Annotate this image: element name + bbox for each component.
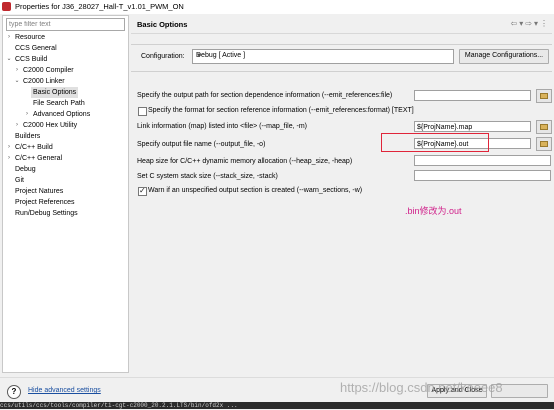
- tree-item-label: File Search Path: [33, 100, 85, 107]
- tree-item-builders[interactable]: Builders: [3, 131, 128, 142]
- stack-size-label: Set C system stack size (--stack_size, -…: [137, 173, 278, 180]
- configuration-row: Configuration: Debug [ Active ] ▼ Manage…: [131, 44, 552, 72]
- chevron-right-icon[interactable]: ›: [5, 32, 13, 43]
- output-file-label: Specify output file name (--output_file,…: [137, 141, 266, 148]
- app-icon: [2, 2, 11, 11]
- tree-item-run-debug-settings[interactable]: Run/Debug Settings: [3, 208, 128, 219]
- map-file-label: Link information (map) listed into <file…: [137, 123, 308, 130]
- map-file-field[interactable]: ${ProjName}.map: [414, 121, 531, 132]
- tree-item-label: Project Natures: [15, 188, 64, 195]
- chevron-right-icon[interactable]: ›: [23, 109, 31, 120]
- tree-item-label: Run/Debug Settings: [15, 210, 78, 217]
- tree-item-c2000-linker[interactable]: ⌄ C2000 Linker: [3, 76, 128, 87]
- warn-sections-checkbox[interactable]: [138, 186, 147, 196]
- tree-item-ccs-build[interactable]: ⌄ CCS Build: [3, 54, 128, 65]
- window-titlebar: Properties for J36_28027_Hall-T_v1.01_PW…: [0, 0, 554, 14]
- tree-item-label: C/C++ General: [15, 155, 63, 162]
- dep-format-label: Specify the format for section reference…: [148, 107, 414, 114]
- configuration-select[interactable]: Debug [ Active ] ▼: [192, 49, 454, 64]
- tree-item-basic-options[interactable]: Basic Options: [3, 87, 128, 98]
- heap-size-label: Heap size for C/C++ dynamic memory alloc…: [137, 158, 353, 165]
- tree-item-label: Project References: [15, 199, 75, 206]
- tree-item-advanced-options[interactable]: › Advanced Options: [3, 109, 128, 120]
- dep-output-label: Specify the output path for section depe…: [137, 92, 393, 99]
- configuration-label: Configuration:: [141, 53, 185, 60]
- chevron-down-icon[interactable]: ⌄: [5, 54, 13, 65]
- heap-size-field[interactable]: [414, 155, 551, 166]
- output-file-browse-button[interactable]: [536, 137, 552, 151]
- dep-output-browse-button[interactable]: [536, 89, 552, 103]
- tree-item-file-search-path[interactable]: File Search Path: [3, 98, 128, 109]
- tree-item-c2000-compiler[interactable]: › C2000 Compiler: [3, 65, 128, 76]
- folder-icon: [540, 124, 548, 130]
- forward-menu-icon[interactable]: ▾: [534, 19, 538, 28]
- tree-item-label: Advanced Options: [33, 111, 91, 118]
- tree-item-label: CCS General: [15, 45, 57, 52]
- map-file-browse-button[interactable]: [536, 120, 552, 134]
- filter-field[interactable]: [6, 18, 125, 31]
- page-header: Basic Options ⇦ ▾ ⇨ ▾ ⋮: [131, 15, 552, 34]
- warn-sections-label: Warn if an unspecified output section is…: [148, 187, 363, 194]
- tree-item-label: CCS Build: [15, 56, 48, 63]
- tree-item-project-natures[interactable]: Project Natures: [3, 186, 128, 197]
- tree-item-cpp-general[interactable]: › C/C++ General: [3, 153, 128, 164]
- tree-item-label: C2000 Linker: [23, 78, 65, 85]
- chevron-right-icon[interactable]: ›: [5, 142, 13, 153]
- folder-icon: [540, 141, 548, 147]
- watermark-text: https://blog.csdn.net/keeee8: [340, 380, 503, 395]
- back-menu-icon[interactable]: ▾: [519, 19, 523, 28]
- tree-item-label: Git: [15, 177, 24, 184]
- chevron-down-icon[interactable]: ⌄: [13, 76, 21, 87]
- tree-item-label: Resource: [15, 34, 45, 41]
- forward-icon[interactable]: ⇨: [525, 19, 532, 28]
- chevron-right-icon[interactable]: ›: [13, 65, 21, 76]
- page-title: Basic Options: [137, 20, 188, 29]
- tree-item-ccs-general[interactable]: CCS General: [3, 43, 128, 54]
- nav-icons: ⇦ ▾ ⇨ ▾ ⋮: [509, 19, 548, 28]
- chevron-down-icon: ▼: [196, 53, 202, 59]
- tree-item-label: Basic Options: [31, 87, 79, 98]
- annotation-text: .bin修改为.out: [405, 206, 462, 216]
- tree-item-cpp-build[interactable]: › C/C++ Build: [3, 142, 128, 153]
- dep-output-field[interactable]: [414, 90, 531, 101]
- options-panel: Basic Options ⇦ ▾ ⇨ ▾ ⋮ Configuration: Debug…: [131, 15, 552, 371]
- tree-item-label: Builders: [15, 133, 41, 140]
- properties-tree: › Resource CCS General ⌄ CCS Build › C2000 …: [3, 32, 128, 219]
- back-icon[interactable]: ⇦: [511, 19, 518, 28]
- chevron-right-icon[interactable]: ›: [5, 153, 13, 164]
- tree-item-git[interactable]: Git: [3, 175, 128, 186]
- tree-item-label: Debug: [15, 166, 36, 173]
- stack-size-field[interactable]: [414, 170, 551, 181]
- help-icon[interactable]: ?: [7, 385, 21, 399]
- tree-item-resource[interactable]: › Resource: [3, 32, 128, 43]
- tree-item-debug[interactable]: Debug: [3, 164, 128, 175]
- tree-item-label: C2000 Compiler: [23, 67, 74, 74]
- filter-input[interactable]: [7, 19, 123, 30]
- tree-item-c2000-hex-utility[interactable]: › C2000 Hex Utility: [3, 120, 128, 131]
- chevron-right-icon[interactable]: ›: [13, 120, 21, 131]
- folder-icon: [540, 93, 548, 99]
- window-title: Properties for J36_28027_Hall-T_v1.01_PW…: [15, 2, 184, 11]
- console-strip: ccs/utils/ccs/tools/compiler/ti-cgt-c200…: [0, 402, 554, 409]
- manage-configurations-button[interactable]: Manage Configurations...: [459, 49, 549, 64]
- tree-item-label: C/C++ Build: [15, 144, 53, 151]
- menu-icon[interactable]: ⋮: [540, 19, 548, 28]
- highlight-box: [381, 133, 489, 152]
- tree-item-project-references[interactable]: Project References: [3, 197, 128, 208]
- hide-advanced-link[interactable]: Hide advanced settings: [28, 387, 101, 394]
- dep-format-checkbox[interactable]: [138, 107, 147, 116]
- left-panel: ›Resource CCS General ⌄CCS Build ›C2000 …: [2, 15, 129, 373]
- tree-item-label: C2000 Hex Utility: [23, 122, 78, 129]
